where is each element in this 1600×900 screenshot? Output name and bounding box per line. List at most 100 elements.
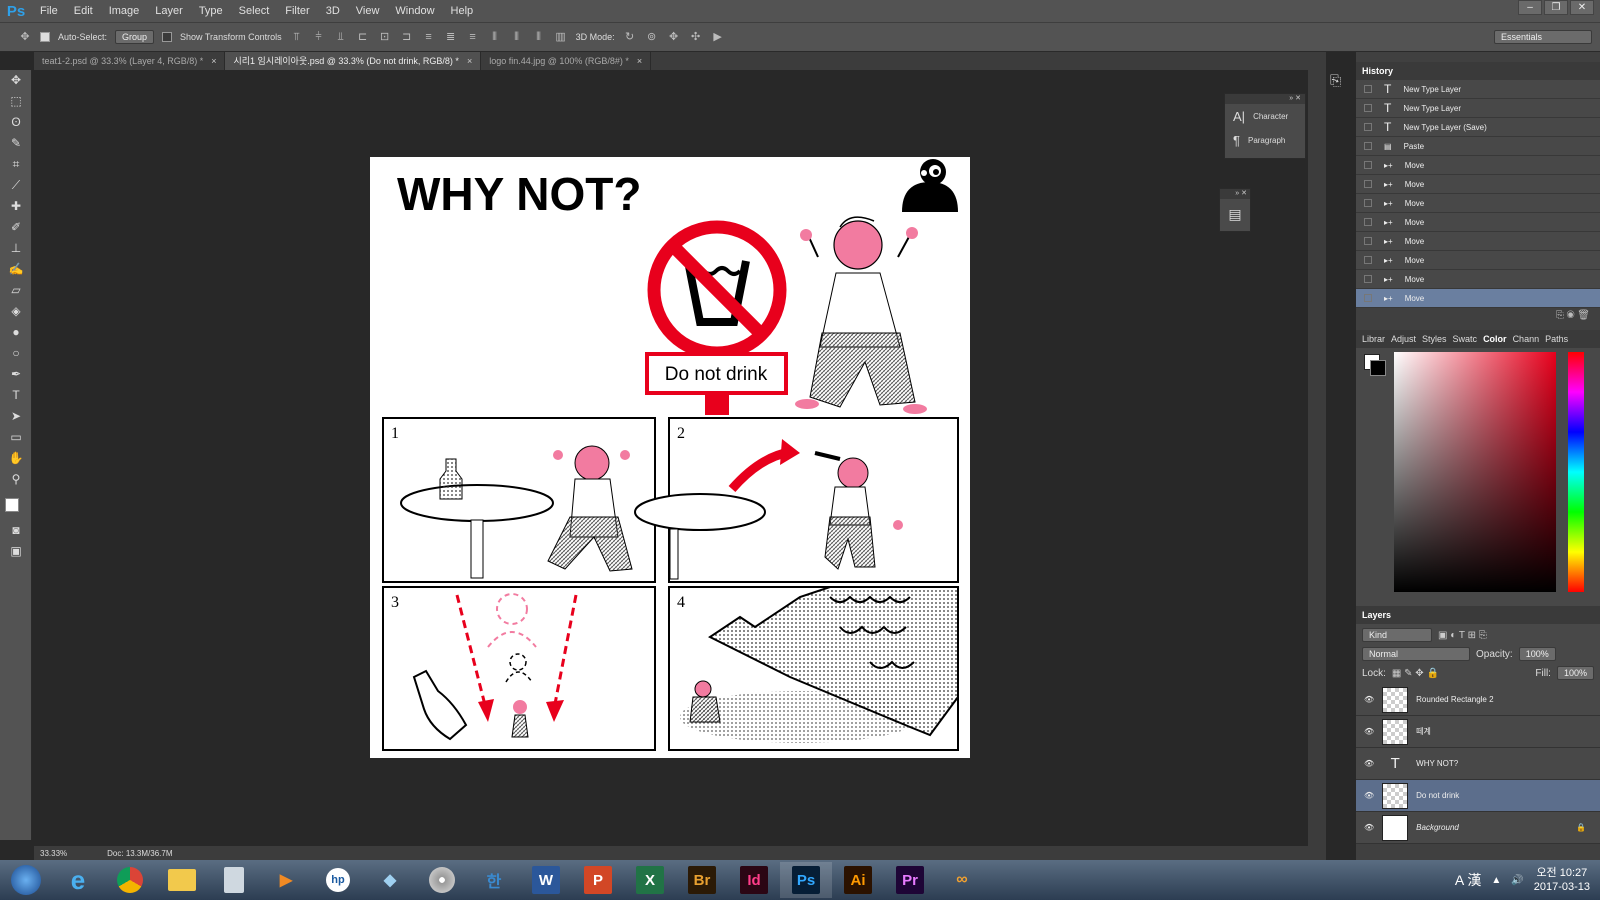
distribute-top-icon[interactable]: ≡ xyxy=(422,30,436,44)
stamp-tool-icon[interactable]: ⊥ xyxy=(0,238,32,259)
layer-filter-dropdown[interactable]: Kind xyxy=(1362,628,1432,642)
distribute-left-icon[interactable]: ⦀ xyxy=(488,30,502,44)
history-item[interactable]: ▤ Paste xyxy=(1356,137,1600,156)
menu-window[interactable]: Window xyxy=(387,5,442,17)
history-item[interactable]: ▸+ Move xyxy=(1356,194,1600,213)
healing-tool-icon[interactable]: ✚ xyxy=(0,196,32,217)
lock-icons[interactable]: ▦ ✎ ✥ 🔒 xyxy=(1392,668,1439,679)
trash-icon[interactable]: 🗑 xyxy=(1577,310,1590,321)
menu-type[interactable]: Type xyxy=(191,5,231,17)
paint-bucket-icon[interactable]: ◈ xyxy=(0,301,32,322)
excel-icon[interactable]: X xyxy=(624,862,676,898)
blur-tool-icon[interactable]: ● xyxy=(0,322,32,343)
foreground-color-swatch[interactable] xyxy=(5,498,19,512)
close-tab-icon[interactable]: × xyxy=(467,56,472,66)
panel-collapse-icon[interactable]: » ✕ xyxy=(1225,94,1305,104)
eye-icon[interactable]: 👁 xyxy=(1364,791,1374,800)
hangul-icon[interactable]: 한 xyxy=(468,862,520,898)
distribute-right-icon[interactable]: ⦀ xyxy=(532,30,546,44)
auto-align-icon[interactable]: ▥ xyxy=(554,30,568,44)
auto-select-dropdown[interactable]: Group xyxy=(115,30,155,44)
shape-tool-icon[interactable]: ▭ xyxy=(0,427,32,448)
layer-row[interactable]: 👁 Rounded Rectangle 2 xyxy=(1356,684,1600,716)
3d-pan-icon[interactable]: ✥ xyxy=(667,30,681,44)
eye-icon[interactable]: 👁 xyxy=(1364,759,1374,768)
history-item[interactable]: T New Type Layer xyxy=(1356,80,1600,99)
menu-file[interactable]: File xyxy=(32,5,66,17)
photoshop-icon[interactable]: Ps xyxy=(780,862,832,898)
menu-layer[interactable]: Layer xyxy=(147,5,191,17)
type-tool-icon[interactable]: T xyxy=(0,385,32,406)
eye-icon[interactable]: 👁 xyxy=(1364,823,1374,832)
tab-teat1[interactable]: teat1-2.psd @ 33.3% (Layer 4, RGB/8) * × xyxy=(34,52,226,70)
tab-layout[interactable]: 시리1 임시레이아웃.psd @ 33.3% (Do not drink, RG… xyxy=(225,52,482,70)
history-item[interactable]: ▸+ Move xyxy=(1356,175,1600,194)
hp-icon[interactable]: hp xyxy=(312,862,364,898)
explorer-icon[interactable] xyxy=(156,862,208,898)
menu-view[interactable]: View xyxy=(348,5,388,17)
marquee-tool-icon[interactable]: ⬚ xyxy=(0,91,32,112)
auto-select-checkbox[interactable] xyxy=(40,32,50,42)
path-select-icon[interactable]: ➤ xyxy=(0,406,32,427)
align-top-icon[interactable]: ⫪ xyxy=(290,30,304,44)
align-left-icon[interactable]: ⊏ xyxy=(356,30,370,44)
move-tool-icon[interactable]: ✥ xyxy=(0,70,32,91)
tab-swatches[interactable]: Swatc xyxy=(1453,334,1478,344)
media-player-icon[interactable]: ▶ xyxy=(260,862,312,898)
menu-help[interactable]: Help xyxy=(443,5,482,17)
calculator-icon[interactable] xyxy=(208,862,260,898)
ime-indicator[interactable]: A 漢 xyxy=(1455,870,1481,890)
tab-paths[interactable]: Paths xyxy=(1545,334,1568,344)
opacity-input[interactable]: 100% xyxy=(1518,647,1556,661)
close-window-button[interactable]: ✕ xyxy=(1570,0,1594,15)
history-item[interactable]: ▸+ Move xyxy=(1356,156,1600,175)
zoom-tool-icon[interactable]: ⚲ xyxy=(0,469,32,490)
color-swatches[interactable] xyxy=(0,490,31,520)
eye-icon[interactable]: 👁 xyxy=(1364,727,1374,736)
3d-roll-icon[interactable]: ⊚ xyxy=(645,30,659,44)
illustrator-icon[interactable]: Ai xyxy=(832,862,884,898)
eraser-tool-icon[interactable]: ▱ xyxy=(0,280,32,301)
eyedropper-tool-icon[interactable]: ⟋ xyxy=(0,175,32,196)
tab-logo[interactable]: logo fin.44.jpg @ 100% (RGB/8#) * × xyxy=(481,52,652,70)
paragraph-button[interactable]: ¶ Paragraph xyxy=(1225,128,1305,152)
zoom-level[interactable]: 33.33% xyxy=(40,849,67,858)
distribute-bottom-icon[interactable]: ≡ xyxy=(466,30,480,44)
crop-tool-icon[interactable]: ⌗ xyxy=(0,154,32,175)
history-item[interactable]: ▸+ Move xyxy=(1356,213,1600,232)
history-brush-icon[interactable]: ✍ xyxy=(0,259,32,280)
layer-row[interactable]: 👁 T WHY NOT? xyxy=(1356,748,1600,780)
document-canvas[interactable]: WHY NOT? Do not drink 1 2 3 4 xyxy=(370,157,970,758)
distribute-center-icon[interactable]: ⦀ xyxy=(510,30,524,44)
minimize-button[interactable]: – xyxy=(1518,0,1542,15)
history-item[interactable]: T New Type Layer (Save) xyxy=(1356,118,1600,137)
hue-slider[interactable] xyxy=(1568,352,1584,592)
tab-styles[interactable]: Styles xyxy=(1422,334,1447,344)
tab-channels[interactable]: Chann xyxy=(1513,334,1540,344)
new-document-icon[interactable]: ⎘ xyxy=(1556,310,1564,321)
align-center-icon[interactable]: ⊡ xyxy=(378,30,392,44)
lasso-tool-icon[interactable]: ʘ xyxy=(0,112,32,133)
dodge-tool-icon[interactable]: ○ xyxy=(0,343,32,364)
history-item[interactable]: T New Type Layer xyxy=(1356,99,1600,118)
tab-adjustments[interactable]: Adjust xyxy=(1391,334,1416,344)
layer-row[interactable]: 👁 Background 🔒 xyxy=(1356,812,1600,844)
powerpoint-icon[interactable]: P xyxy=(572,862,624,898)
layer-row-selected[interactable]: 👁 Do not drink xyxy=(1356,780,1600,812)
ie-icon[interactable]: e xyxy=(52,862,104,898)
layer-row[interactable]: 👁 떼계 xyxy=(1356,716,1600,748)
3d-rotate-icon[interactable]: ↻ xyxy=(623,30,637,44)
menu-3d[interactable]: 3D xyxy=(318,5,348,17)
start-button[interactable] xyxy=(0,862,52,898)
clock[interactable]: 오전 10:27 2017-03-13 xyxy=(1534,866,1590,894)
color-field[interactable] xyxy=(1394,352,1556,592)
history-tab[interactable]: History xyxy=(1362,66,1393,76)
disc-icon[interactable] xyxy=(416,862,468,898)
move-tool-icon[interactable]: ✥ xyxy=(18,30,32,44)
hand-tool-icon[interactable]: ✋ xyxy=(0,448,32,469)
maximize-button[interactable]: ❐ xyxy=(1544,0,1568,15)
workspace-dropdown[interactable]: Essentials xyxy=(1494,30,1592,44)
quick-select-tool-icon[interactable]: ✎ xyxy=(0,133,32,154)
premiere-icon[interactable]: Pr xyxy=(884,862,936,898)
history-item[interactable]: ▸+ Move xyxy=(1356,251,1600,270)
